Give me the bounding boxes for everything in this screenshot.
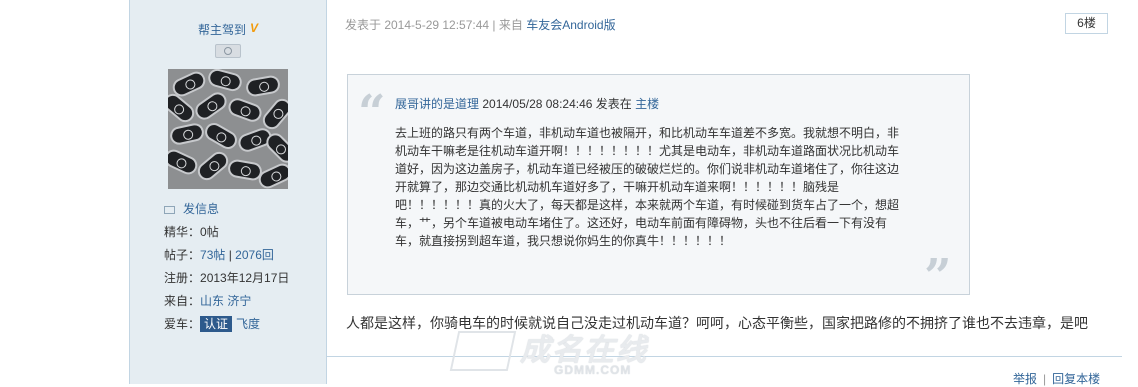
quote-meta: 展哥讲的是道理 2014/05/28 08:24:46 发表在 主楼 (395, 95, 659, 112)
stat-label: 爱车： (164, 317, 201, 331)
user-stats: 发信息 精华：0帖 帖子：73帖 | 2076回 注册：2013年12月17日 … (164, 198, 289, 336)
stat-register: 注册：2013年12月17日 (164, 267, 289, 290)
stat-label: 来自： (164, 294, 201, 308)
mail-icon (164, 205, 175, 214)
location-link[interactable]: 山东 济宁 (200, 294, 251, 308)
quote-line: 道好，因为这边盖房子，机动车道已经被压的破破烂烂的。你们说非机动车道堵住了，你往… (395, 162, 900, 176)
stat-jinghua: 精华：0帖 (164, 221, 289, 244)
quote-line: 吧！！！！！！真的火大了，每天都是这样，本来就两个车道，有时候碰到货车占了一个，… (395, 198, 900, 212)
stat-value: 2013年12月17日 (200, 271, 290, 285)
replies-count-link[interactable]: 2076回 (235, 248, 274, 262)
post-meta: 发表于 2014-5-29 12:57:44 | 来自 车友会Android版 (345, 16, 616, 33)
stat-label: 精华： (164, 225, 201, 239)
stat-separator: | (225, 248, 236, 262)
stat-value: 0帖 (200, 225, 219, 239)
quote-line: 机动车干嘛老是往机动车道开啊！！！！！！！！尤其是电动车，非机动车道路面状况比机… (395, 144, 900, 158)
send-message-row: 发信息 (164, 198, 289, 221)
verified-badge: 认证 (200, 316, 233, 332)
watermark-logo-icon (449, 331, 517, 371)
post-actions: 举报 | 回复本楼 (1013, 370, 1100, 387)
vip-badge-icon: V (250, 21, 259, 35)
user-profile-icon[interactable] (215, 44, 241, 58)
quote-time: 2014/05/28 08:24:46 发表在 (482, 97, 632, 111)
post-content: 发表于 2014-5-29 12:57:44 | 来自 车友会Android版 … (327, 0, 1122, 387)
site-watermark: 成名在线 GDMM.COM (449, 327, 684, 379)
quote-line: 车，艹，另个车道被电动车堵住了。这还好，电动车前面有障碍物，头也不往后看一下有没… (395, 216, 888, 230)
post-time: 发表于 2014-5-29 12:57:44 | 来自 (345, 18, 523, 32)
stat-from: 来自：山东 济宁 (164, 290, 289, 313)
post-divider (327, 356, 1122, 357)
stat-label: 注册： (164, 271, 201, 285)
quote-line: 去上班的路只有两个车道，非机动车道也被隔开，和比机动车车道差不多宽。我就想不明白… (395, 126, 900, 140)
open-quote-icon: “ (358, 85, 386, 141)
car-model-link[interactable]: 飞度 (236, 317, 260, 331)
avatar[interactable] (168, 69, 288, 189)
post-source-link[interactable]: 车友会Android版 (526, 18, 615, 32)
stat-label: 帖子： (164, 248, 201, 262)
stat-car: 爱车： 认证 飞度 (164, 313, 289, 336)
quote-block: “ 展哥讲的是道理 2014/05/28 08:24:46 发表在 主楼 去上班… (347, 74, 970, 301)
quote-text: 去上班的路只有两个车道，非机动车道也被隔开，和比机动车车道差不多宽。我就想不明白… (395, 124, 915, 250)
quote-line: 车，就直接拐到超车道，我只想说你妈生的你真牛！！！！！！ (395, 234, 732, 248)
page-margin (0, 0, 129, 384)
close-quote-icon: ” (924, 249, 952, 305)
floor-number-button[interactable]: 6楼 (1065, 13, 1108, 34)
quote-floor-link[interactable]: 主楼 (635, 97, 659, 111)
send-message-link[interactable]: 发信息 (183, 202, 219, 216)
user-profile-sidebar: 帮主驾到 V 发信息 精华：0帖 帖子：73帖 | 2076回 注册：2013年… (129, 0, 327, 384)
quote-line: 开就算了，那边交通比机动机车道好多了，干嘛开机动车道来啊！！！！！！脑残是 (395, 180, 840, 194)
watermark-subtitle: GDMM.COM (554, 363, 632, 377)
quote-author: 展哥讲的是道理 (395, 97, 480, 111)
username-link[interactable]: 帮主驾到 (198, 21, 246, 38)
stat-tiezi: 帖子：73帖 | 2076回 (164, 244, 289, 267)
posts-count-link[interactable]: 73帖 (200, 248, 225, 262)
